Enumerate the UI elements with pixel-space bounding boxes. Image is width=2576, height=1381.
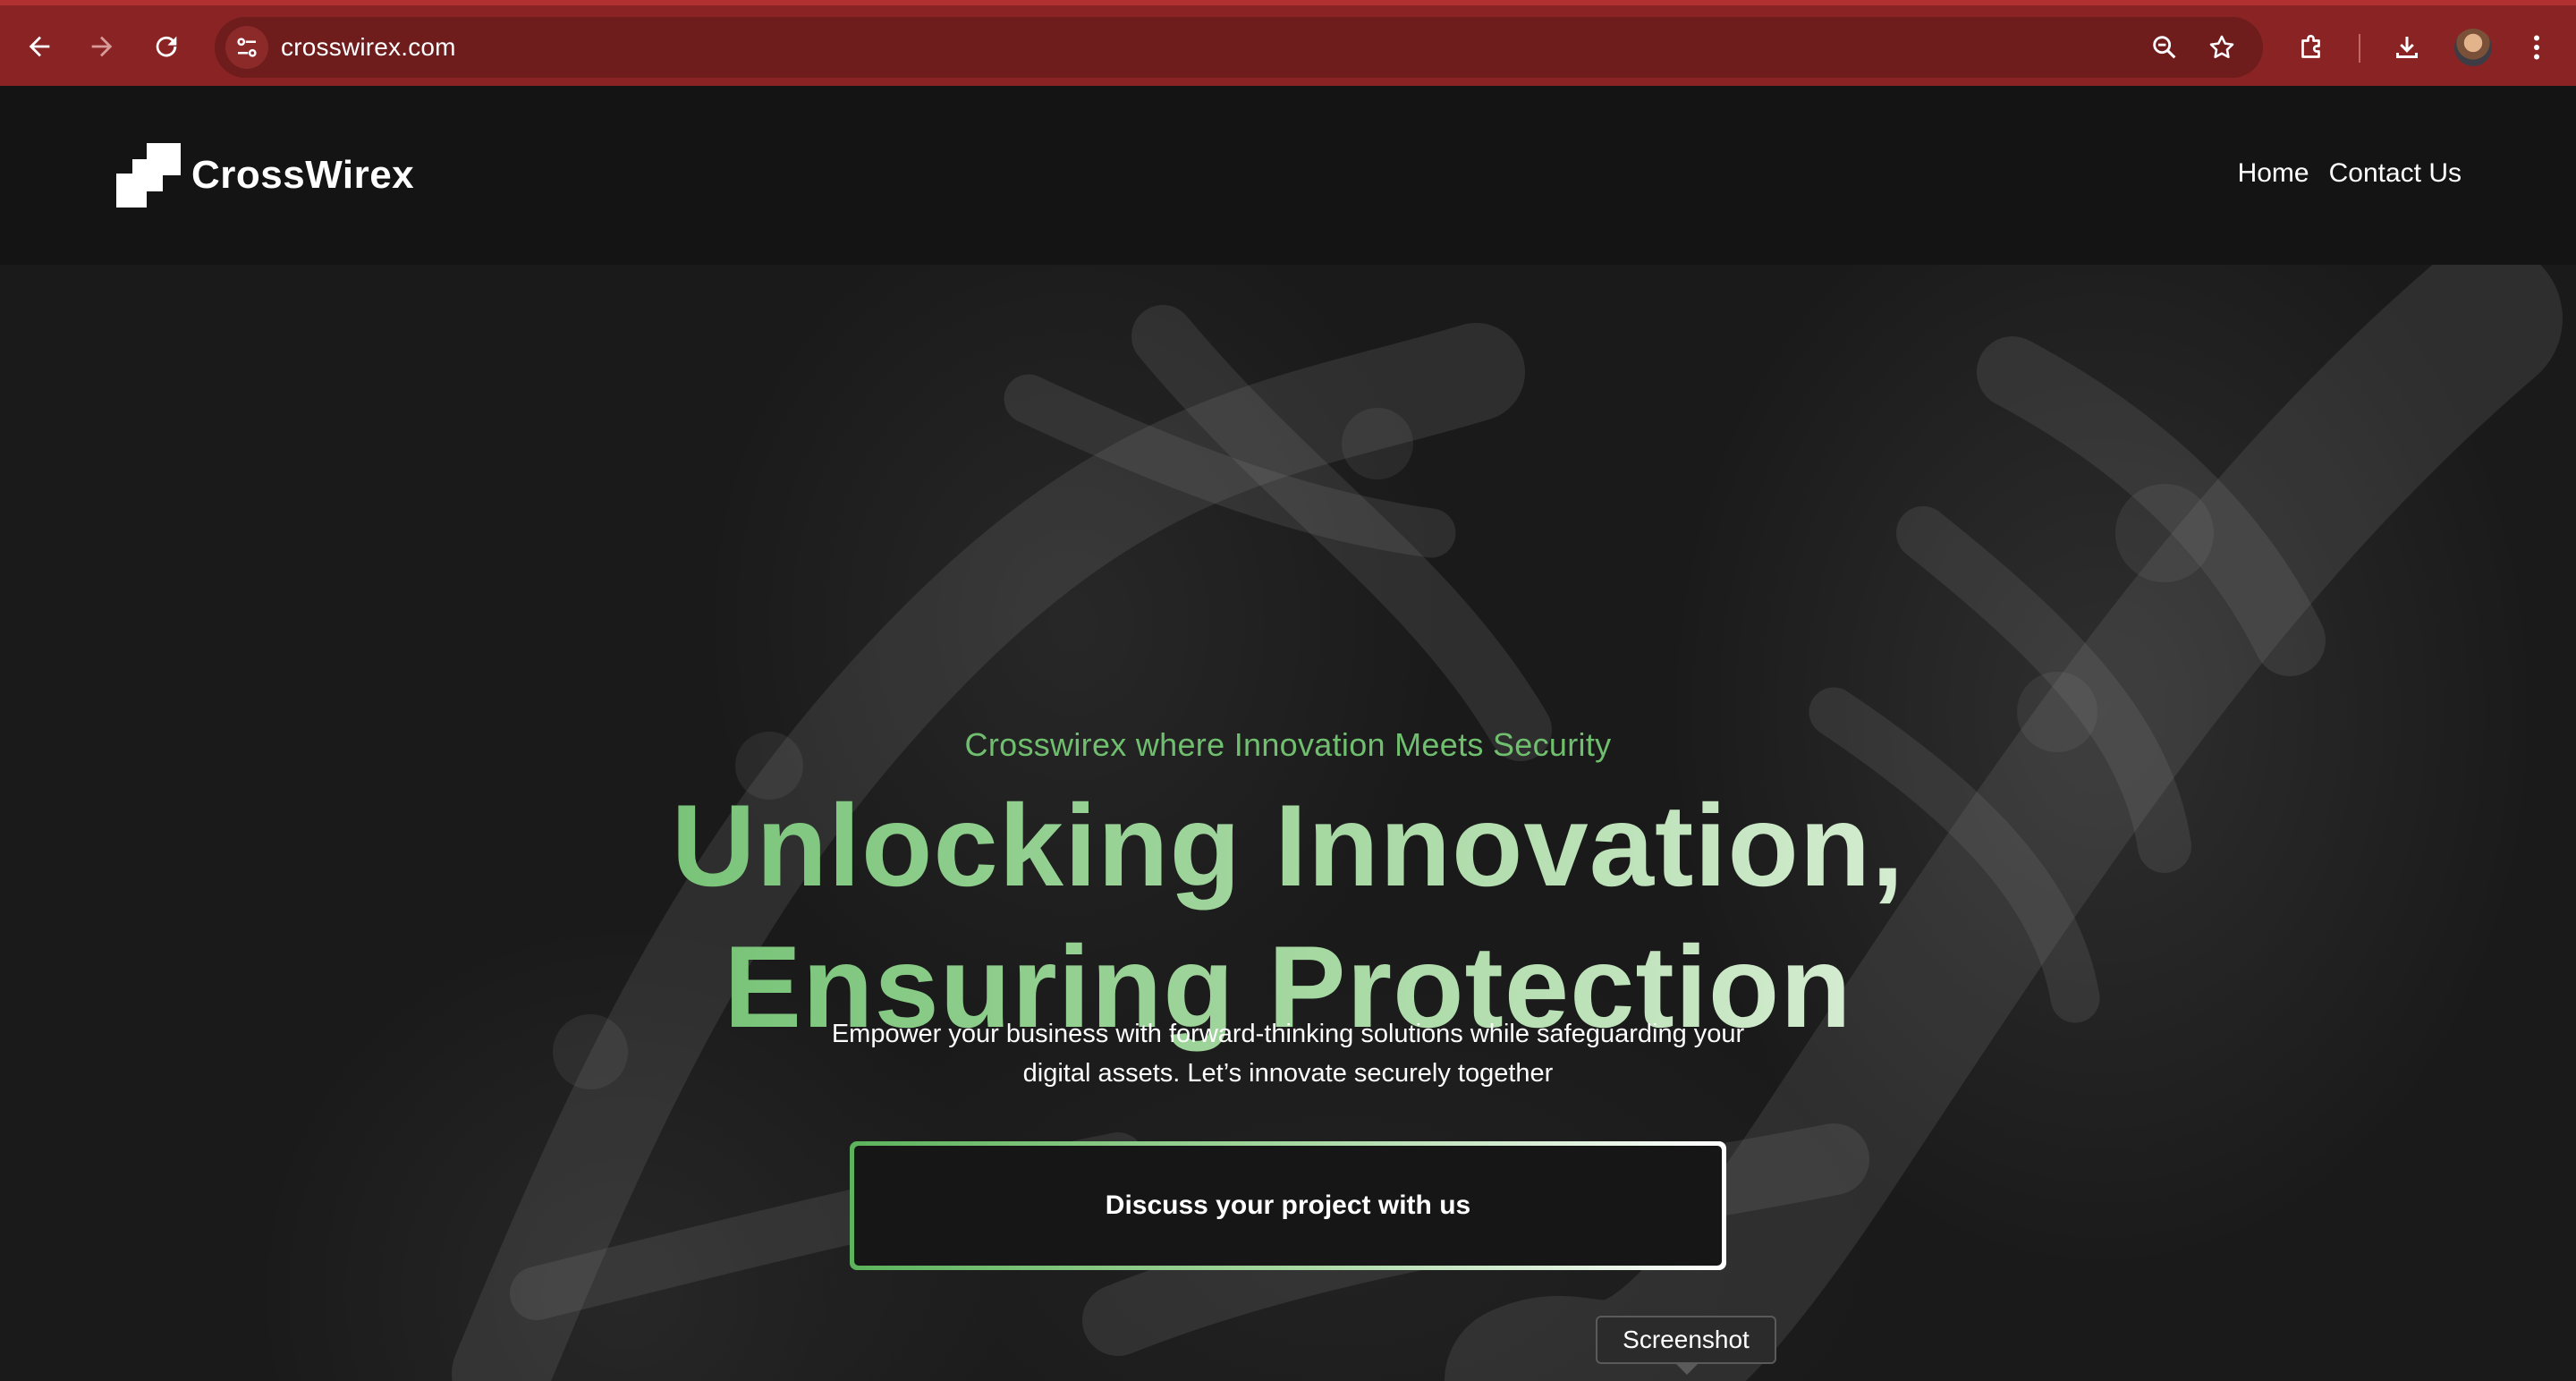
kebab-menu-icon (2534, 35, 2539, 60)
hero-section: Crosswirex where Innovation Meets Securi… (0, 265, 2576, 1381)
puzzle-icon (2301, 34, 2320, 58)
nav-home-link[interactable]: Home (2238, 156, 2309, 191)
profile-avatar[interactable] (2454, 29, 2492, 66)
screenshot-tooltip: Screenshot (1596, 1316, 1776, 1375)
nav-contact-link[interactable]: Contact Us (2329, 156, 2462, 191)
download-icon (2396, 37, 2418, 58)
browser-menu-button[interactable] (2516, 27, 2557, 68)
headline-line-1: Unlocking Innovation, (671, 780, 1905, 911)
hero-description-line-1: Empower your business with forward-think… (831, 1020, 1745, 1048)
toolbar-divider (2359, 34, 2360, 63)
url-text[interactable]: crosswirex.com (281, 17, 456, 78)
hero-tagline: Crosswirex where Innovation Meets Securi… (964, 726, 1612, 763)
bookmark-button[interactable] (2204, 30, 2240, 65)
web-page: CrossWirex Home Contact Us Crosswirex wh… (0, 86, 2576, 1381)
hero-description: Empower your business with forward-think… (680, 1014, 1896, 1093)
tune-icon (237, 38, 257, 57)
site-header: CrossWirex Home Contact Us (0, 86, 2576, 265)
arrow-right-icon (91, 36, 113, 57)
back-button[interactable] (20, 27, 59, 66)
site-info-button[interactable] (225, 26, 268, 69)
discuss-project-label: Discuss your project with us (854, 1146, 1722, 1266)
reload-button[interactable] (147, 27, 186, 66)
zoom-button[interactable] (2147, 30, 2182, 65)
browser-toolbar: crosswirex.com (0, 0, 2576, 86)
brand-logo-link[interactable]: CrossWirex (116, 143, 414, 208)
extensions-button[interactable] (2292, 27, 2333, 68)
brand-name: CrossWirex (191, 153, 415, 197)
hero-description-line-2: digital assets. Let’s innovate securely … (1022, 1059, 1554, 1088)
reload-icon (156, 36, 177, 57)
downloads-button[interactable] (2386, 27, 2428, 68)
main-nav: Home Contact Us (2238, 156, 2462, 191)
address-bar[interactable]: crosswirex.com (215, 17, 2263, 78)
discuss-project-button[interactable]: Discuss your project with us (850, 1141, 1726, 1270)
star-icon (2209, 35, 2234, 59)
zoom-out-icon (2153, 36, 2176, 59)
arrow-left-icon (29, 36, 50, 57)
forward-button[interactable] (82, 27, 122, 66)
crosswirex-logo-icon (116, 143, 181, 208)
